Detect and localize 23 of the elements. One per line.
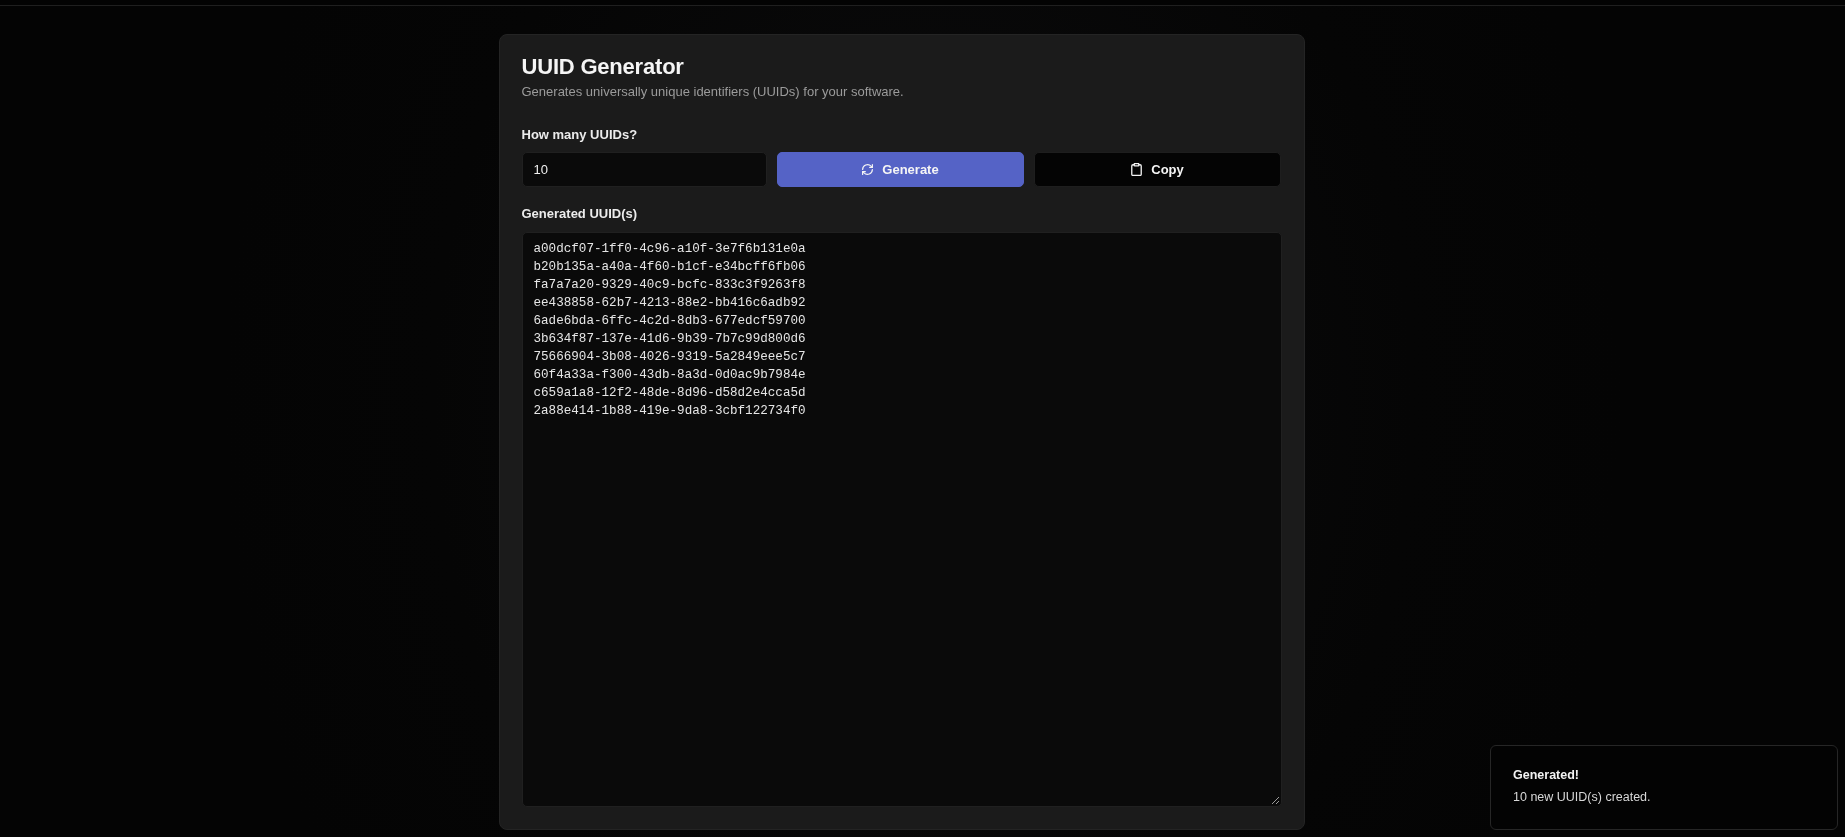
output-label: Generated UUID(s) <box>521 205 638 223</box>
uuid-line: 6ade6bda-6ffc-4c2d-8db3-677edcf59700 <box>533 313 806 330</box>
clipboard-icon <box>1130 163 1144 176</box>
uuid-line: 3b634f87-137e-41d6-9b39-7b7c99d800d6 <box>533 331 806 348</box>
toast-title: Generated! <box>1513 767 1579 784</box>
uuid-output-field[interactable] <box>521 232 1282 807</box>
uuid-line: b20b135a-a40a-4f60-b1cf-e34bcff6fb06 <box>533 259 806 276</box>
uuid-line: 2a88e414-1b88-419e-9da8-3cbf122734f0 <box>533 403 806 420</box>
count-input[interactable]: 10 <box>521 152 767 187</box>
tool-title: UUID Generator <box>521 53 684 81</box>
resize-grip-icon[interactable] <box>1270 796 1279 804</box>
uuid-line: 60f4a33a-f300-43db-8a3d-0d0ac9b7984e <box>533 367 806 384</box>
uuid-line: 75666904-3b08-4026-9319-5a2849eee5c7 <box>533 349 806 366</box>
toast-message: 10 new UUID(s) created. <box>1513 789 1651 806</box>
tool-description: Generates universally unique identifiers (UUIDs) for your software. <box>521 83 904 101</box>
count-label: How many UUIDs? <box>521 126 638 144</box>
uuid-line: c659a1a8-12f2-48de-8d96-d58d2e4cca5d <box>533 385 806 402</box>
uuid-line: ee438858-62b7-4213-88e2-bb416c6adb92 <box>533 295 806 312</box>
refresh-icon <box>861 163 875 176</box>
uuid-line: fa7a7a20-9329-40c9-bcfc-833c3f9263f8 <box>533 277 806 294</box>
uuid-line: a00dcf07-1ff0-4c96-a10f-3e7f6b131e0a <box>533 241 806 258</box>
copy-button[interactable]: Copy <box>1033 152 1281 187</box>
generate-button[interactable]: Generate <box>776 152 1024 187</box>
